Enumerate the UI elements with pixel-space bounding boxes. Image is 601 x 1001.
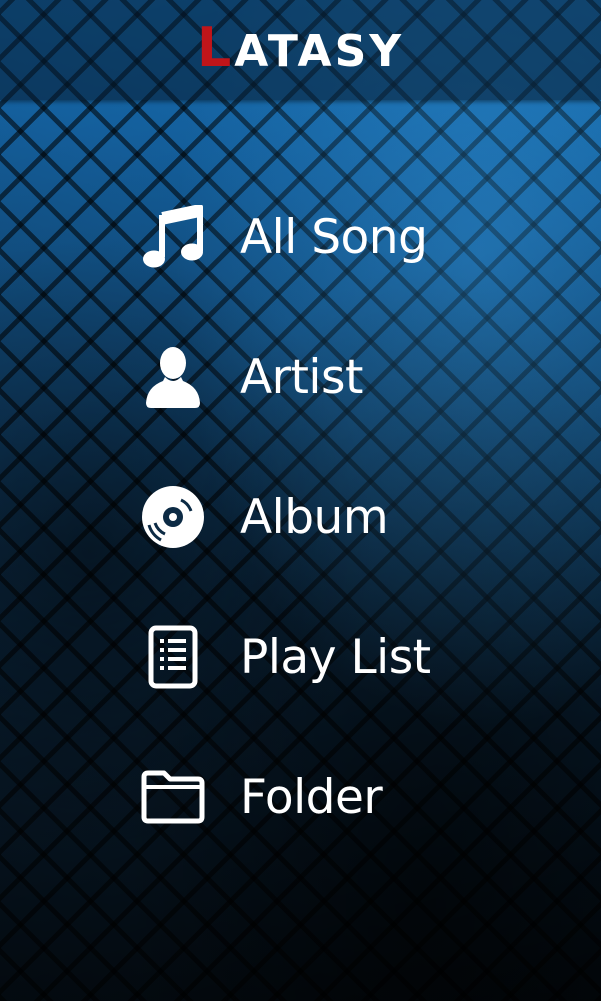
menu-item-label: All Song: [240, 209, 428, 265]
logo-first-letter: L: [196, 16, 235, 79]
logo-rest: ATASY: [234, 26, 405, 77]
person-icon: [138, 342, 208, 412]
menu-item-label: Artist: [240, 349, 363, 405]
menu-item-folder[interactable]: Folder: [138, 747, 498, 847]
folder-icon: [138, 762, 208, 832]
app-header: LATASY: [0, 0, 601, 100]
menu-item-label: Play List: [240, 629, 431, 685]
disc-icon: [138, 482, 208, 552]
menu-item-album[interactable]: Album: [138, 467, 498, 567]
menu-item-label: Folder: [240, 769, 383, 825]
menu-item-play-list[interactable]: Play List: [138, 607, 498, 707]
app-logo: LATASY: [0, 21, 601, 78]
music-note-icon: [138, 202, 208, 272]
menu-item-all-song[interactable]: All Song: [138, 187, 498, 287]
playlist-document-icon: [138, 622, 208, 692]
menu-item-artist[interactable]: Artist: [138, 327, 498, 427]
music-app-screen: LATASY All Song Artist Album Play List F…: [0, 0, 601, 1001]
menu-item-label: Album: [240, 489, 389, 545]
